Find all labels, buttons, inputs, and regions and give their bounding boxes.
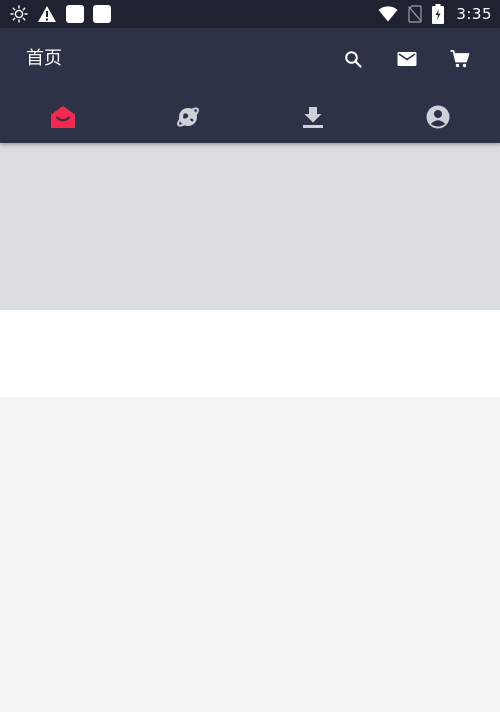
battery-charging-icon <box>432 4 445 24</box>
banner-placeholder <box>0 143 500 310</box>
tab-planet[interactable] <box>125 90 250 143</box>
account-icon <box>426 105 449 128</box>
download-icon <box>302 106 323 128</box>
brightness-icon <box>10 5 28 23</box>
page-title: 首页 <box>26 48 62 69</box>
notification-square-icon <box>66 5 84 23</box>
search-button[interactable] <box>341 47 365 71</box>
cart-icon <box>450 50 470 68</box>
toolbar: 首页 <box>0 28 500 90</box>
planet-icon <box>176 106 199 127</box>
cart-button[interactable] <box>448 47 472 71</box>
tab-bar <box>0 90 500 143</box>
tab-download[interactable] <box>250 90 375 143</box>
content-background <box>0 397 500 712</box>
notification-square-icon <box>93 5 111 23</box>
search-icon <box>345 51 362 68</box>
tab-home[interactable] <box>0 90 125 143</box>
status-time: 3:35 <box>456 5 492 23</box>
mail-button[interactable] <box>395 47 419 71</box>
mail-icon <box>397 52 417 66</box>
status-bar-left <box>10 4 111 24</box>
app-bar: 首页 <box>0 28 500 143</box>
status-bar-right: 3:35 <box>378 4 492 24</box>
content-section <box>0 310 500 397</box>
status-bar: 3:35 <box>0 0 500 28</box>
warning-icon <box>37 5 57 23</box>
tab-account[interactable] <box>375 90 500 143</box>
home-icon <box>50 105 75 128</box>
wifi-icon <box>378 6 398 22</box>
no-sim-icon <box>408 5 423 23</box>
